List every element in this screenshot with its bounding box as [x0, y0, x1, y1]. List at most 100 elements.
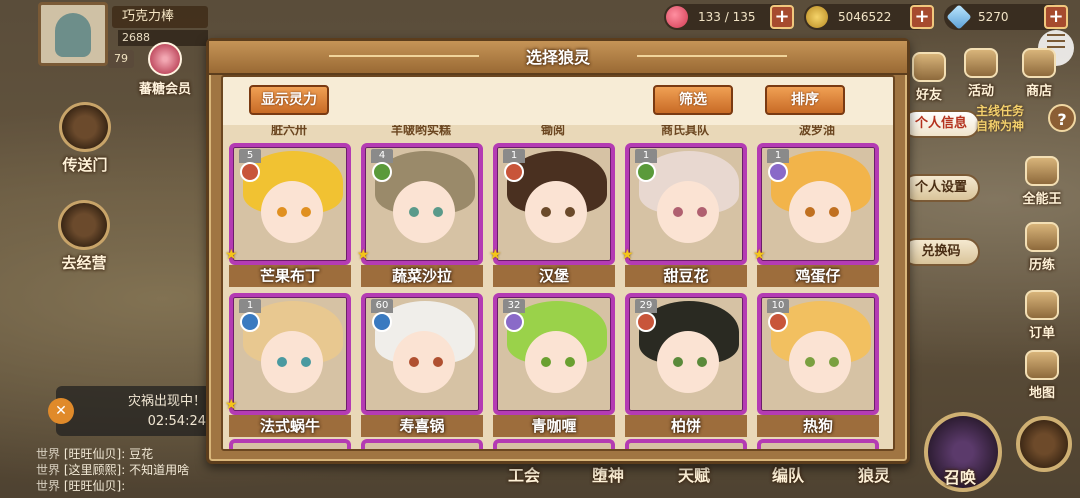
map-icon — [1025, 350, 1059, 380]
portal-label: 传送门 — [62, 156, 108, 174]
leaf-element-icon — [636, 162, 656, 182]
events-button[interactable]: 活动 — [958, 48, 1004, 99]
level-badge: 1 — [239, 299, 261, 333]
add-stamina-button[interactable]: + — [770, 5, 794, 29]
vip-member-button[interactable]: 蕃糖会员 — [130, 42, 200, 98]
level-badge: 1 — [503, 149, 525, 183]
fire-element-icon — [636, 312, 656, 332]
friends-label: 好友 — [915, 88, 942, 103]
spirit-card[interactable]: 1 ★ 鸡蛋仔 — [753, 143, 879, 293]
master-button[interactable]: 全能王 — [1014, 156, 1070, 207]
star-icon: ★ — [753, 247, 766, 263]
spirit-grid[interactable]: 脏六卅 羊啵哟实糕 锄阅 商氏具队 波罗油 5 ★ 芒果布丁 4 ★ 蔬菜沙拉 1 ★ 汉堡 1 ★… — [223, 125, 893, 449]
friends-icon — [912, 52, 946, 82]
spirit-card[interactable]: 29 柏饼 — [625, 293, 747, 443]
spirit-portrait: 4 — [361, 143, 483, 265]
spirit-card[interactable]: 4 ★ 蔬菜沙拉 — [357, 143, 483, 293]
nav-team[interactable]: 编队 — [772, 462, 804, 486]
main-quest[interactable]: 主线任务 自称为神 — [976, 104, 1046, 134]
personal-info-button[interactable]: 个人信息 — [902, 110, 980, 138]
go-manage-label: 去经营 — [61, 254, 107, 272]
spirit-card[interactable]: 1 ★ 汉堡 — [489, 143, 615, 293]
orders-button[interactable]: 订单 — [1014, 290, 1070, 341]
partial-name-row: 脏六卅 羊啵哟实糕 锄阅 商氏具队 波罗油 — [223, 125, 893, 139]
light-element-icon — [504, 312, 524, 332]
coin-icon — [806, 6, 828, 28]
face-shape — [261, 181, 323, 243]
avatar-face — [55, 13, 91, 57]
events-label: 活动 — [967, 84, 994, 99]
add-diamond-button[interactable]: + — [1044, 5, 1068, 29]
spirit-name: 蔬菜沙拉 — [361, 265, 483, 287]
nav-spirits[interactable]: 狼灵 — [858, 462, 890, 486]
star-icon: ★ — [489, 247, 502, 263]
spirit-portrait: 60 — [361, 293, 483, 415]
partial-card-name: 羊啵哟实糕 — [390, 125, 451, 137]
face-shape — [393, 331, 455, 393]
spirit-card[interactable]: 32 青咖喱 — [493, 293, 615, 443]
show-power-button[interactable]: 显示灵力 — [249, 85, 329, 115]
shop-label: 商店 — [1025, 84, 1052, 99]
spirit-card[interactable]: 60 寿喜锅 — [361, 293, 483, 443]
train-button[interactable]: 历练 — [1014, 222, 1070, 273]
redeem-code-button[interactable]: 兑换码 — [902, 238, 980, 266]
arrow-left-icon — [58, 200, 110, 250]
player-avatar[interactable] — [38, 2, 108, 66]
star-icon: ★ — [225, 397, 238, 413]
star-icon: ★ — [225, 247, 238, 263]
partial-card-name: 锄阅 — [540, 125, 565, 137]
spirit-card[interactable]: 5 ★ 芒果布丁 — [225, 143, 351, 293]
spirit-portrait: 5 — [229, 143, 351, 265]
help-icon[interactable]: ? — [1048, 104, 1076, 132]
portal-button[interactable]: 传送门 — [52, 102, 118, 175]
spirit-card[interactable]: 1 ★ 法式蜗牛 — [225, 293, 351, 443]
face-shape — [789, 331, 851, 393]
spirit-portrait: 1 — [493, 143, 615, 265]
chat-line: 世界 [旺旺仙贝]: — [36, 479, 126, 493]
filter-button[interactable]: 筛选 — [653, 85, 733, 115]
friends-button[interactable]: 好友 — [906, 52, 952, 103]
shop-button[interactable]: 商店 — [1014, 48, 1064, 99]
spirit-name: 法式蜗牛 — [229, 415, 351, 437]
spirit-card[interactable]: 1 ★ 甜豆花 — [621, 143, 747, 293]
diamond-value: 5270 — [978, 10, 1009, 24]
add-coin-button[interactable]: + — [910, 5, 934, 29]
face-shape — [657, 181, 719, 243]
nav-talent[interactable]: 天赋 — [678, 462, 710, 486]
nav-summon[interactable]: 召唤 — [944, 464, 976, 488]
level-number: 29 — [635, 299, 657, 313]
spirit-name: 甜豆花 — [625, 265, 747, 287]
disaster-notice[interactable]: 灾祸出现中！ 02:54:24 — [56, 386, 216, 436]
spirit-name: 寿喜锅 — [361, 415, 483, 437]
level-badge: 29 — [635, 299, 657, 333]
face-shape — [657, 331, 719, 393]
level-badge: 1 — [767, 149, 789, 183]
level-number: 32 — [503, 299, 525, 313]
crossed-swords-icon[interactable]: ✕ — [48, 398, 74, 424]
nav-guild[interactable]: 工会 — [508, 462, 540, 486]
spirit-name: 汉堡 — [493, 265, 615, 287]
partial-card-name: 商氏具队 — [660, 125, 709, 137]
face-shape — [393, 181, 455, 243]
level-number: 1 — [635, 149, 657, 163]
spirit-card[interactable]: 10 热狗 — [757, 293, 879, 443]
battle-sword-icon[interactable] — [1016, 416, 1072, 472]
face-shape — [525, 331, 587, 393]
spirit-name: 青咖喱 — [493, 415, 615, 437]
spirit-name: 芒果布丁 — [229, 265, 351, 287]
map-button[interactable]: 地图 — [1014, 350, 1070, 401]
personal-settings-button[interactable]: 个人设置 — [902, 174, 980, 202]
level-number: 1 — [503, 149, 525, 163]
dialog-body: 显示灵力 筛选 排序 脏六卅 羊啵哟实糕 锄阅 商氏具队 波罗油 5 ★ 芒果布丁 4… — [221, 75, 895, 451]
go-manage-button[interactable]: 去经营 — [48, 200, 120, 273]
stamina-value: 133 / 135 — [698, 10, 756, 24]
spirit-portrait: 29 — [625, 293, 747, 415]
order-note-icon — [1025, 290, 1059, 320]
coin-counter: 5046522 + — [804, 4, 934, 30]
coin-value: 5046522 — [838, 10, 892, 24]
level-badge: 60 — [371, 299, 393, 333]
light-element-icon — [768, 162, 788, 182]
sort-button[interactable]: 排序 — [765, 85, 845, 115]
nav-fallen-gods[interactable]: 堕神 — [592, 462, 624, 486]
face-shape — [261, 331, 323, 393]
